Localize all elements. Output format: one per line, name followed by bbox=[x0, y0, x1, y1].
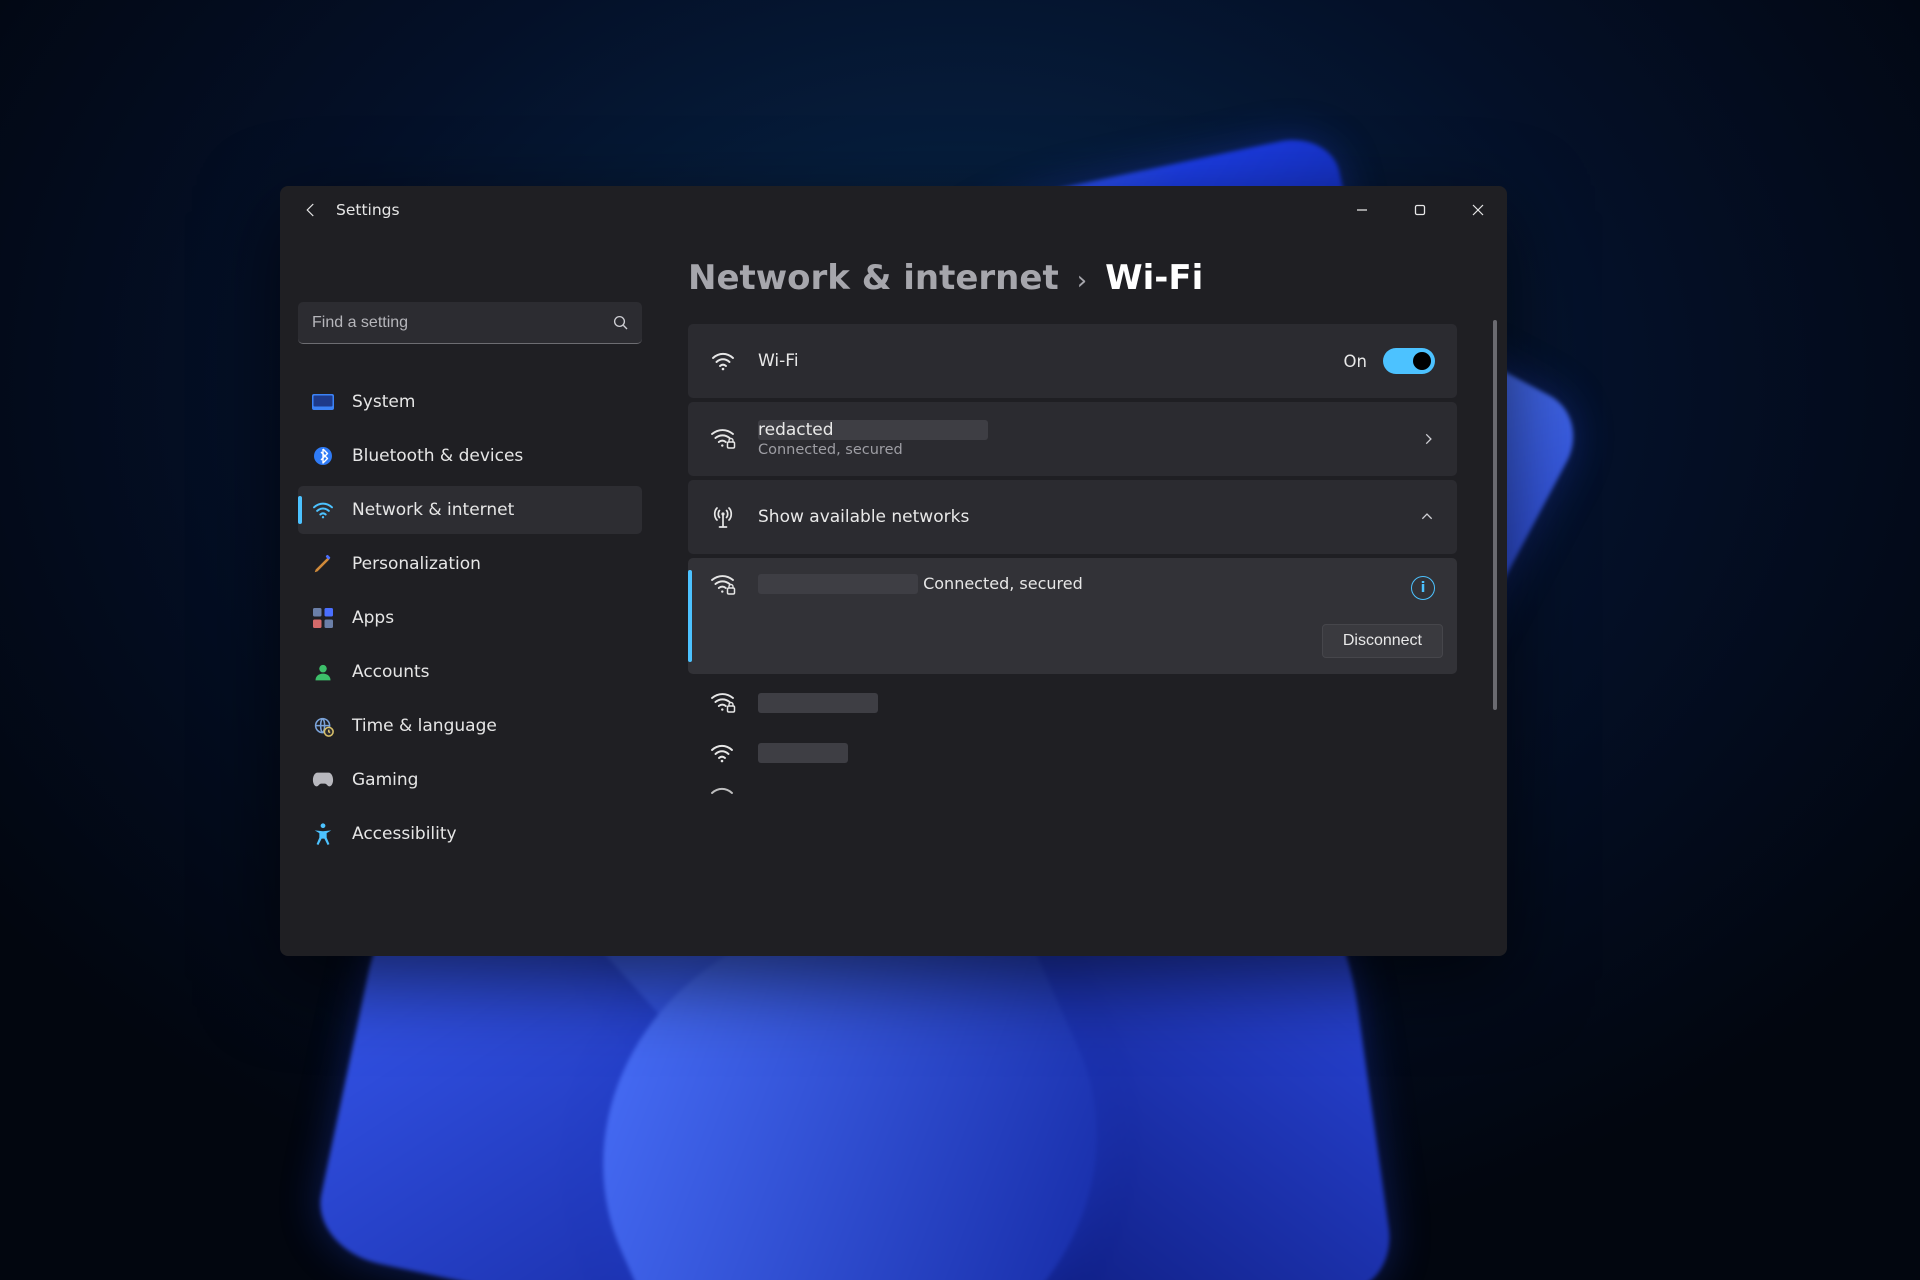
sidebar-item-system[interactable]: System bbox=[298, 378, 642, 426]
gamepad-icon bbox=[312, 769, 334, 791]
sidebar-item-personalization[interactable]: Personalization bbox=[298, 540, 642, 588]
available-network-item[interactable]: redacted bbox=[688, 728, 1457, 778]
display-icon bbox=[312, 391, 334, 413]
search-box[interactable] bbox=[298, 302, 642, 344]
sidebar-item-time-language[interactable]: Time & language bbox=[298, 702, 642, 750]
available-network-item[interactable]: redacted bbox=[688, 678, 1457, 728]
sidebar-item-label: Personalization bbox=[352, 554, 481, 574]
wifi-master-card: Wi-Fi On bbox=[688, 324, 1457, 398]
network-properties-button[interactable]: i bbox=[1411, 576, 1435, 600]
chevron-right-icon bbox=[1421, 432, 1435, 446]
sidebar-item-label: Gaming bbox=[352, 770, 418, 790]
selected-network-card[interactable]: redacted Connected, secured i Disconnect bbox=[688, 558, 1457, 674]
wifi-icon bbox=[710, 351, 736, 371]
sidebar-item-label: Time & language bbox=[352, 716, 497, 736]
minimize-button[interactable] bbox=[1333, 190, 1391, 230]
breadcrumb-parent[interactable]: Network & internet bbox=[688, 258, 1059, 298]
sidebar-item-network[interactable]: Network & internet bbox=[298, 486, 642, 534]
sidebar-item-label: System bbox=[352, 392, 415, 412]
sidebar-item-bluetooth[interactable]: Bluetooth & devices bbox=[298, 432, 642, 480]
scrollbar[interactable] bbox=[1493, 320, 1497, 710]
sidebar-item-label: Accounts bbox=[352, 662, 430, 682]
titlebar: Settings bbox=[280, 186, 1507, 234]
chevron-up-icon bbox=[1419, 510, 1435, 524]
sidebar-item-label: Bluetooth & devices bbox=[352, 446, 523, 466]
sidebar-item-accounts[interactable]: Accounts bbox=[298, 648, 642, 696]
selected-network-status: Connected, secured bbox=[923, 574, 1083, 593]
page-title: Wi-Fi bbox=[1105, 258, 1203, 298]
close-button[interactable] bbox=[1449, 190, 1507, 230]
search-icon bbox=[612, 314, 630, 332]
sidebar-item-gaming[interactable]: Gaming bbox=[298, 756, 642, 804]
wifi-secured-icon bbox=[710, 692, 736, 714]
wifi-state-label: On bbox=[1344, 352, 1367, 371]
available-network-item[interactable] bbox=[688, 778, 1457, 804]
antenna-icon bbox=[710, 505, 736, 529]
bluetooth-icon bbox=[312, 445, 334, 467]
person-icon bbox=[312, 661, 334, 683]
selected-network-name: redacted bbox=[758, 574, 918, 594]
sidebar-item-label: Accessibility bbox=[352, 824, 457, 844]
sidebar-item-label: Network & internet bbox=[352, 500, 514, 520]
window-title: Settings bbox=[336, 201, 400, 219]
back-button[interactable] bbox=[294, 193, 328, 227]
available-networks-label: Show available networks bbox=[758, 507, 1397, 527]
wifi-secured-icon bbox=[710, 428, 736, 450]
main-pane: Network & internet › Wi-Fi Wi-Fi bbox=[660, 234, 1507, 956]
current-network-card[interactable]: redacted Connected, secured bbox=[688, 402, 1457, 476]
settings-window: Settings bbox=[280, 186, 1507, 956]
current-network-status: Connected, secured bbox=[758, 442, 1399, 458]
sidebar-item-apps[interactable]: Apps bbox=[298, 594, 642, 642]
search-input[interactable] bbox=[298, 302, 642, 344]
wifi-master-label: Wi-Fi bbox=[758, 351, 1322, 371]
wifi-icon bbox=[710, 784, 736, 798]
maximize-button[interactable] bbox=[1391, 190, 1449, 230]
available-network-name: redacted bbox=[758, 743, 848, 763]
wifi-toggle[interactable] bbox=[1383, 348, 1435, 374]
current-network-name: redacted bbox=[758, 420, 988, 440]
accessibility-icon bbox=[312, 823, 334, 845]
wifi-secured-icon bbox=[710, 574, 736, 600]
sidebar: System Bluetooth & devices Network & int… bbox=[280, 234, 660, 956]
sidebar-item-label: Apps bbox=[352, 608, 394, 628]
paintbrush-icon bbox=[312, 553, 334, 575]
sidebar-item-accessibility[interactable]: Accessibility bbox=[298, 810, 642, 858]
apps-icon bbox=[312, 607, 334, 629]
breadcrumb: Network & internet › Wi-Fi bbox=[688, 258, 1457, 298]
available-networks-header[interactable]: Show available networks bbox=[688, 480, 1457, 554]
available-network-name: redacted bbox=[758, 693, 878, 713]
wifi-icon bbox=[710, 743, 736, 763]
chevron-right-icon: › bbox=[1077, 266, 1087, 296]
disconnect-button[interactable]: Disconnect bbox=[1322, 624, 1443, 658]
wifi-icon bbox=[312, 499, 334, 521]
globe-clock-icon bbox=[312, 715, 334, 737]
